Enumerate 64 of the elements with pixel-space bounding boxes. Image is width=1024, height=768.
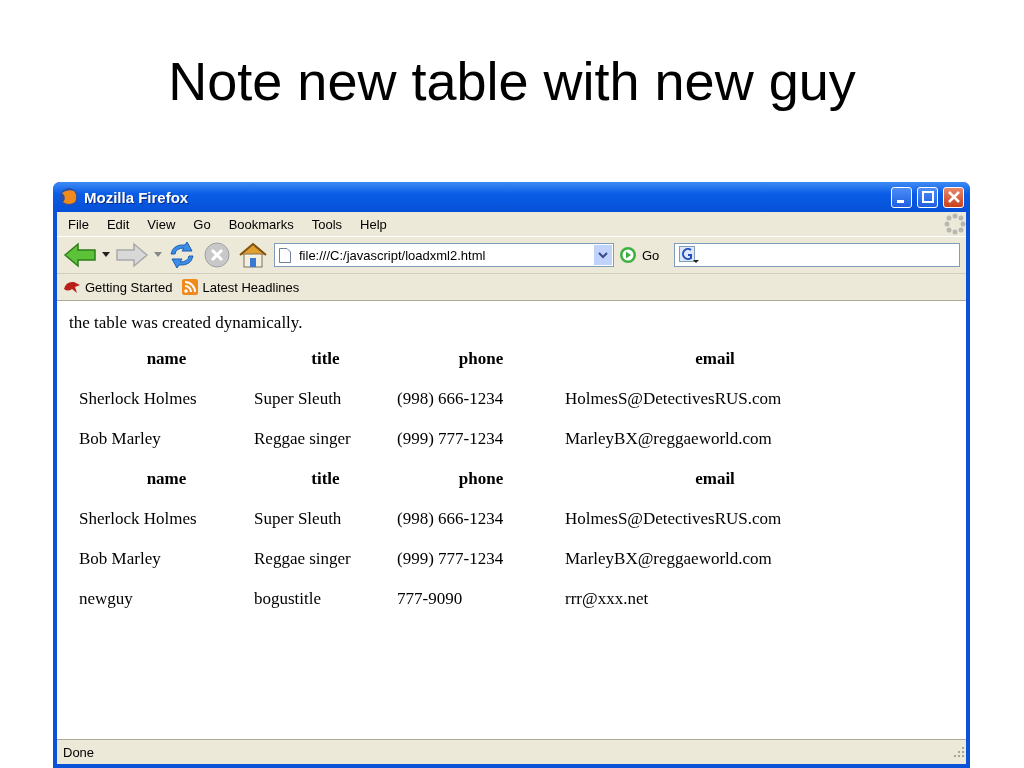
column-header: name: [146, 349, 187, 368]
table-cell: rrr@xxx.net: [565, 589, 649, 608]
maximize-button[interactable]: [917, 186, 938, 208]
window-title: Mozilla Firefox: [84, 188, 190, 206]
reload-button[interactable]: [167, 241, 197, 269]
menu-item[interactable]: Edit: [97, 216, 139, 232]
resize-grip-icon[interactable]: [952, 745, 966, 759]
menu-item[interactable]: Go: [184, 216, 220, 232]
menu-item[interactable]: Bookmarks: [219, 216, 303, 232]
dropdown-button[interactable]: [594, 245, 612, 265]
page-icon: [279, 247, 291, 263]
table-cell: Bob Marley: [79, 549, 161, 568]
table-cell: (999) 777-1234: [397, 549, 504, 568]
menu-item[interactable]: Tools: [302, 216, 352, 232]
address-field[interactable]: file:///C:/javascript/loadxml2.html: [274, 243, 614, 267]
search-engine-icon: [679, 246, 700, 264]
slide-title: Note new table with new guy: [168, 50, 856, 112]
column-header: email: [695, 469, 735, 488]
search-field[interactable]: [674, 243, 960, 267]
home-button[interactable]: [237, 241, 269, 269]
globe-icon: [59, 187, 79, 207]
column-header: name: [146, 469, 187, 488]
caret-icon[interactable]: [102, 252, 110, 258]
table-cell: 777-9090: [397, 589, 463, 608]
menu-item[interactable]: View: [138, 216, 185, 232]
go-icon[interactable]: [619, 246, 637, 264]
status-text: Done: [63, 744, 96, 760]
table-cell: MarleyBX@reggaeworld.com: [565, 429, 772, 448]
bookmark-link[interactable]: Getting Started: [85, 279, 173, 295]
maximize-icon: [921, 191, 934, 203]
table-cell: Sherlock Holmes: [79, 509, 197, 528]
table-cell: Reggae singer: [254, 549, 351, 568]
table-cell: Sherlock Holmes: [79, 389, 197, 408]
column-header: email: [695, 349, 735, 368]
table-cell: newguy: [79, 589, 133, 608]
menu-item[interactable]: File: [59, 216, 98, 232]
menu-item[interactable]: Help: [351, 216, 396, 232]
minimize-icon: [896, 199, 904, 203]
table-cell: Super Sleuth: [254, 389, 342, 408]
column-header: title: [311, 349, 340, 368]
table-cell: (999) 777-1234: [397, 429, 504, 448]
table-cell: bogustitle: [254, 589, 322, 608]
table-cell: (998) 666-1234: [397, 389, 504, 408]
column-header: phone: [458, 469, 504, 488]
table-cell: (998) 666-1234: [397, 509, 504, 528]
go-button[interactable]: Go: [642, 247, 660, 263]
table-cell: HolmesS@DetectivesRUS.com: [565, 389, 782, 408]
table-cell: Reggae singer: [254, 429, 351, 448]
table-cell: Bob Marley: [79, 429, 161, 448]
bookmark-link[interactable]: Latest Headlines: [202, 279, 300, 295]
minimize-button[interactable]: [891, 186, 912, 208]
table-cell: MarleyBX@reggaeworld.com: [565, 549, 772, 568]
loading-icon: [944, 213, 966, 235]
column-header: title: [311, 469, 340, 488]
feed-icon: [182, 279, 199, 295]
close-button[interactable]: [943, 186, 964, 208]
table-cell: HolmesS@DetectivesRUS.com: [565, 509, 782, 528]
chevron-icon: [598, 251, 608, 259]
page-text: the table was created dynamically.: [69, 313, 304, 334]
close-icon: [947, 191, 960, 203]
back-button[interactable]: [63, 242, 97, 268]
column-header: phone: [458, 349, 504, 368]
table-cell: Super Sleuth: [254, 509, 342, 528]
address-text: file:///C:/javascript/loadxml2.html: [299, 247, 487, 263]
